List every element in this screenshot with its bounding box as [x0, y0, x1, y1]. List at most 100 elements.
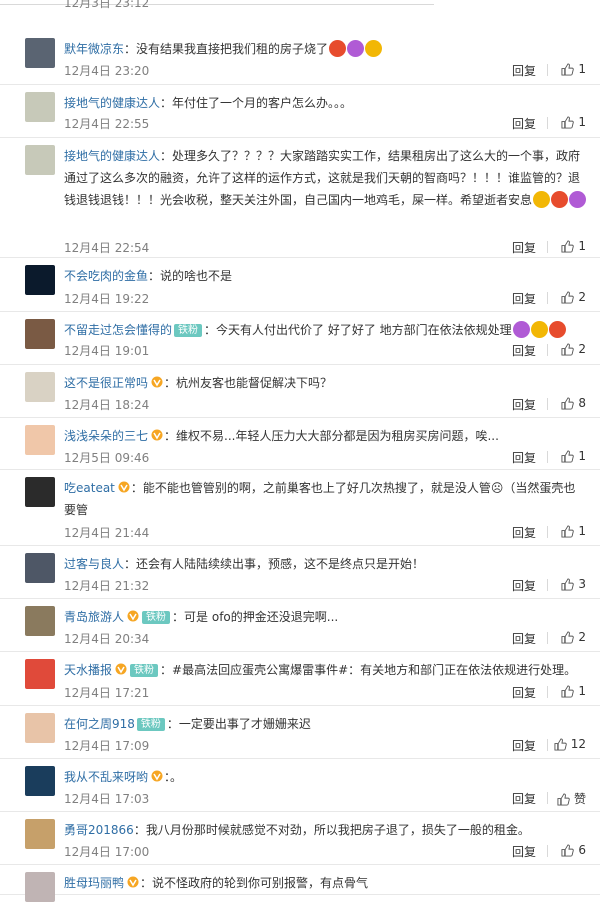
divider [547, 792, 548, 804]
comment-item: 浅浅朵朵的三七 ：维权不易...年轻人压力大大部分都是因为租房买房问题，唉... 1… [0, 417, 600, 470]
like-button[interactable]: 赞 [557, 790, 586, 807]
timestamp: 12月4日 21:32 [64, 579, 150, 593]
fan-badge: 铁粉 [136, 718, 165, 731]
reply-button[interactable]: 回复 [512, 449, 536, 466]
comment-item: 接地气的健康达人：年付住了一个月的客户怎么办。。。 12月4日 22:55 回复 1 [0, 84, 600, 138]
like-button[interactable]: 2 [561, 630, 586, 644]
avatar[interactable] [25, 766, 55, 796]
like-button[interactable]: 1 [561, 684, 586, 698]
like-count: 2 [578, 290, 586, 304]
like-button[interactable]: 1 [561, 239, 586, 253]
thumbs-up-icon [561, 342, 578, 356]
avatar[interactable] [25, 659, 55, 689]
reply-button[interactable]: 回复 [512, 684, 536, 701]
username-link[interactable]: 我从不乱来呀哟 [64, 770, 148, 784]
reply-button[interactable]: 回复 [512, 790, 536, 807]
comment-item: 接地气的健康达人：处理多久了？？？？大家踏踏实实工作，结果租房出了这么大的一个事… [0, 137, 600, 258]
username-link[interactable]: 接地气的健康达人 [64, 149, 160, 163]
divider [547, 686, 548, 698]
username-link[interactable]: 不会吃肉的金鱼 [64, 269, 148, 283]
reply-button[interactable]: 回复 [512, 737, 536, 754]
colon: ： [204, 323, 217, 337]
like-button[interactable]: 2 [561, 342, 586, 356]
timestamp: 12月4日 17:21 [64, 686, 150, 700]
reply-button[interactable]: 回复 [512, 630, 536, 647]
like-button[interactable]: 1 [561, 449, 586, 463]
like-button[interactable]: 3 [561, 577, 586, 591]
avatar[interactable] [25, 265, 55, 295]
avatar[interactable] [25, 92, 55, 122]
reply-button[interactable]: 回复 [512, 396, 536, 413]
reply-button[interactable]: 回复 [512, 843, 536, 860]
comment-item: 过客与良人：还会有人陆陆续续出事，预感，这不是终点只是开始！ 12月4日 21:3… [0, 545, 600, 599]
like-count: 6 [578, 843, 586, 857]
avatar[interactable] [25, 872, 55, 902]
avatar[interactable] [25, 425, 55, 455]
reply-button[interactable]: 回复 [512, 577, 536, 594]
divider [547, 739, 548, 751]
username-link[interactable]: 接地气的健康达人 [64, 96, 160, 110]
emoji-icon [569, 191, 587, 208]
avatar[interactable] [25, 713, 55, 743]
timestamp: 12月4日 18:24 [64, 398, 150, 412]
avatar[interactable] [25, 819, 55, 849]
like-count: 2 [578, 630, 586, 644]
reply-button[interactable]: 回复 [512, 290, 536, 307]
reply-button[interactable]: 回复 [512, 239, 536, 256]
username-link[interactable]: 浅浅朵朵的三七 [64, 429, 148, 443]
username-link[interactable]: 不留走过怎会懂得的 [64, 323, 172, 337]
like-button[interactable]: 12 [554, 737, 586, 751]
username-link[interactable]: 吃eateat [64, 481, 115, 495]
thumbs-up-icon [561, 62, 578, 76]
avatar[interactable] [25, 372, 55, 402]
avatar[interactable] [25, 38, 55, 68]
username-link[interactable]: 青岛旅游人 [64, 610, 124, 624]
avatar[interactable] [25, 477, 55, 507]
comment-content: 过客与良人：还会有人陆陆续续出事，预感，这不是终点只是开始！ [64, 553, 586, 575]
username-link[interactable]: 默年微凉东 [64, 42, 124, 56]
comment-content: 青岛旅游人 铁粉 ：可是 ofo的押金还没退完啊... [64, 606, 586, 628]
like-button[interactable]: 1 [561, 115, 586, 129]
username-link[interactable]: 在何之周918 [64, 717, 135, 731]
reply-button[interactable]: 回复 [512, 524, 536, 541]
emoji-icon [533, 191, 551, 208]
like-button[interactable]: 1 [561, 62, 586, 76]
avatar[interactable] [25, 606, 55, 636]
comment-text: 还会有人陆陆续续出事，预感，这不是终点只是开始！ [136, 557, 425, 571]
username-link[interactable]: 这不是很正常吗 [64, 376, 148, 390]
timestamp: 12月4日 21:44 [64, 526, 150, 540]
username-link[interactable]: 天水播报 [64, 663, 112, 677]
divider [547, 579, 548, 591]
like-button[interactable]: 2 [561, 290, 586, 304]
like-count: 1 [578, 115, 586, 129]
username-link[interactable]: 勇哥201866 [64, 823, 134, 837]
avatar[interactable] [25, 553, 55, 583]
like-button[interactable]: 6 [561, 843, 586, 857]
comment-content: 勇哥201866：我八月份那时候就感觉不对劲，所以我把房子退了，损失了一般的租金… [64, 819, 586, 841]
avatar[interactable] [25, 319, 55, 349]
thumbs-up-icon [561, 396, 578, 410]
avatar[interactable] [25, 145, 55, 175]
comment-text: 年付住了一个月的客户怎么办。。。 [172, 96, 353, 110]
username-link[interactable]: 胜母玛丽鸭 [64, 876, 124, 890]
emoji-icon [347, 40, 365, 57]
comment-item: 天水播报 铁粉 ：#最高法回应蛋壳公寓爆雷事件#：有关地方和部门正在依法依规进行处理… [0, 651, 600, 706]
like-button[interactable]: 8 [561, 396, 586, 410]
comment-text: 没有结果我直接把我们租的房子烧了 [136, 42, 329, 56]
colon: ： [148, 269, 161, 283]
comment-item: 不会吃肉的金鱼：说的啥也不是 12月4日 19:22 回复 2 [0, 257, 600, 312]
reply-button[interactable]: 回复 [512, 342, 536, 359]
divider [547, 117, 548, 129]
comment-content: 浅浅朵朵的三七 ：维权不易...年轻人压力大大部分都是因为租房买房问题，唉... [64, 425, 586, 447]
reply-button[interactable]: 回复 [512, 62, 536, 79]
comment-content: 接地气的健康达人：处理多久了？？？？大家踏踏实实工作，结果租房出了这么大的一个事… [64, 145, 587, 211]
username-link[interactable]: 过客与良人 [64, 557, 124, 571]
divider [547, 451, 548, 463]
comment-item: 在何之周918 铁粉 ：一定要出事了才姗姗来迟 12月4日 17:09 回复 12 [0, 705, 600, 759]
comment-content: 吃eateat ：能不能也管管别的啊，之前巢客也上了好几次热搜了，就是没人管☹（当… [64, 477, 586, 521]
colon: ： [160, 663, 173, 677]
thumbs-up-icon [554, 737, 571, 751]
emoji-icon [551, 191, 569, 208]
like-button[interactable]: 1 [561, 524, 586, 538]
reply-button[interactable]: 回复 [512, 115, 536, 132]
